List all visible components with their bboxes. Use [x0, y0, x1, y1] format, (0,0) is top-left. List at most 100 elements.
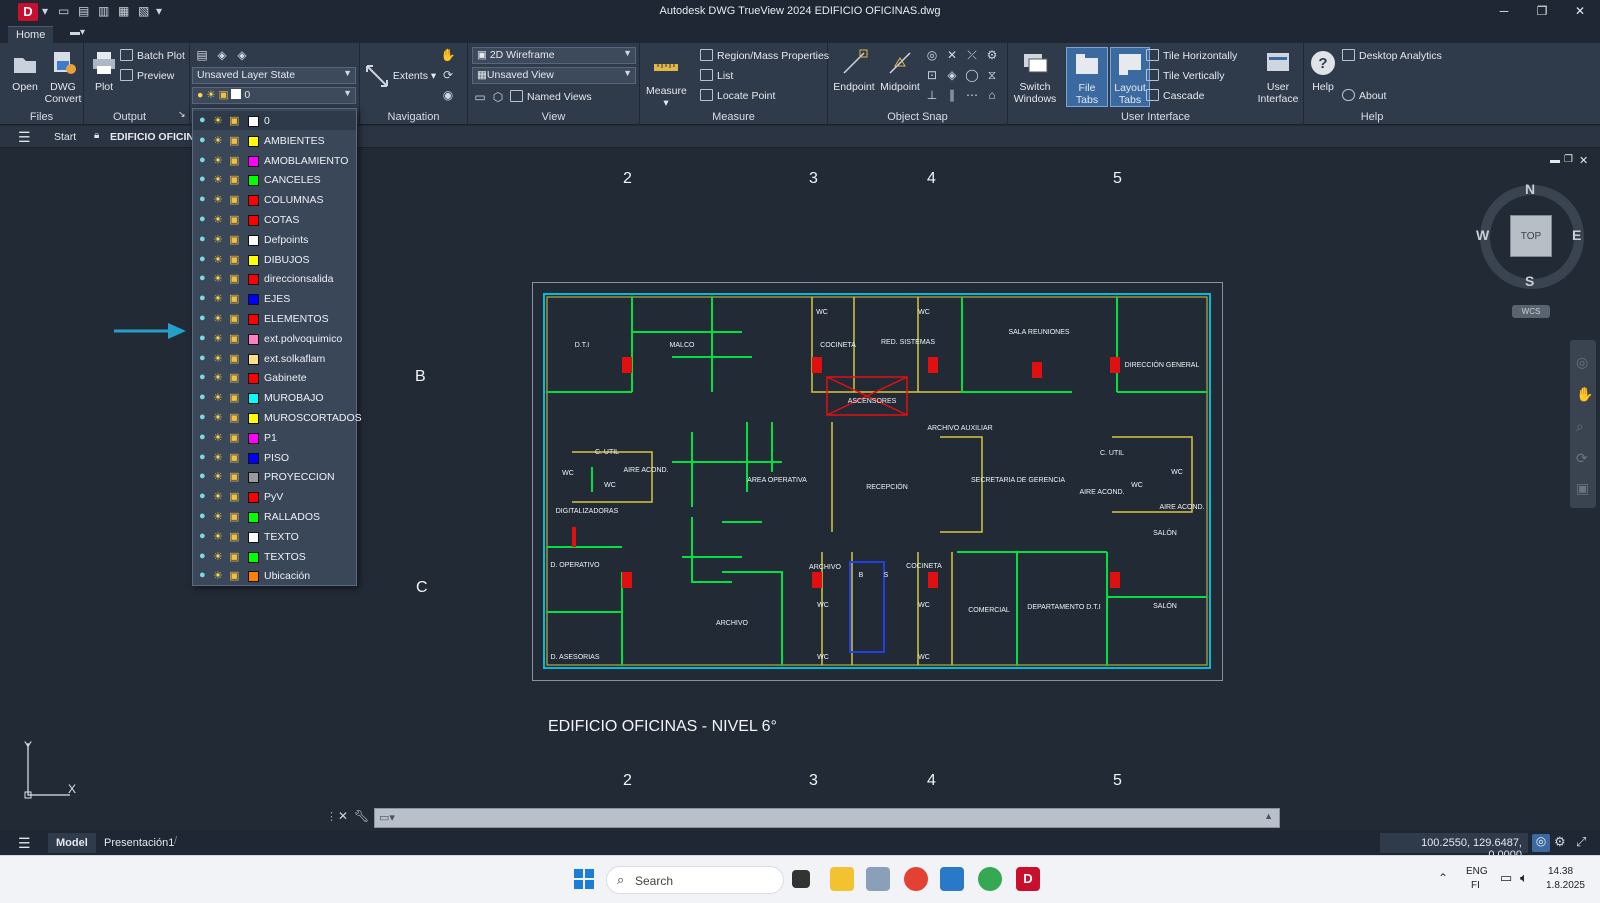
layer-row[interactable]: ● ☀ ▣ direccionsalida: [193, 269, 356, 288]
layer-on-bulb-icon[interactable]: ●: [199, 569, 206, 581]
dwg-trueview-taskbar-icon[interactable]: D: [1016, 867, 1040, 891]
layer-thaw-sun-icon[interactable]: ☀: [213, 253, 223, 266]
pan-icon[interactable]: ✋: [440, 47, 456, 63]
cascade-button[interactable]: Cascade: [1146, 89, 1204, 102]
layer-on-bulb-icon[interactable]: ●: [199, 312, 206, 324]
layer-on-bulb-icon[interactable]: ●: [199, 431, 206, 443]
layer-row[interactable]: ● ☀ ▣ PISO: [193, 448, 356, 467]
layer-unlock-icon[interactable]: ▣: [229, 272, 239, 285]
layer-unlock-icon[interactable]: ▣: [229, 352, 239, 365]
file-tabs-button[interactable]: File Tabs: [1066, 47, 1108, 107]
layer-thaw-sun-icon[interactable]: ☀: [213, 272, 223, 285]
layer-on-bulb-icon[interactable]: ●: [199, 154, 206, 166]
chrome-icon[interactable]: [904, 867, 928, 891]
layer-on-bulb-icon[interactable]: ●: [199, 411, 206, 423]
network-icon[interactable]: ▭: [1500, 870, 1512, 886]
layer-thaw-sun-icon[interactable]: ☀: [213, 154, 223, 167]
wcs-menu[interactable]: WCS: [1512, 305, 1550, 318]
layer-thaw-sun-icon[interactable]: ☀: [213, 114, 223, 127]
viewport-restore-icon[interactable]: ❐: [1564, 154, 1573, 165]
command-grip-icon[interactable]: ⋮: [326, 810, 337, 823]
desktop-analytics-button[interactable]: Desktop Analytics: [1342, 49, 1442, 62]
layer-state-dropdown[interactable]: Unsaved Layer State ▼: [192, 67, 356, 84]
quadrant-snap-icon[interactable]: ◈: [944, 67, 960, 83]
layer-unlock-icon[interactable]: ▣: [229, 114, 239, 127]
taskbar-search[interactable]: ⌕ Search: [606, 866, 784, 894]
layer-on-bulb-icon[interactable]: ●: [199, 272, 206, 284]
layer-thaw-sun-icon[interactable]: ☀: [213, 490, 223, 503]
layer-on-bulb-icon[interactable]: ●: [199, 371, 206, 383]
visual-style-dropdown[interactable]: ▣ 2D Wireframe ▼: [472, 47, 636, 64]
layer-icon-3[interactable]: ◈: [234, 47, 250, 63]
layer-on-bulb-icon[interactable]: ●: [199, 510, 206, 522]
navigation-bar[interactable]: ◎ ✋ ⌕ ⟳ ▣: [1570, 340, 1596, 508]
layer-thaw-sun-icon[interactable]: ☀: [213, 352, 223, 365]
layer-unlock-icon[interactable]: ▣: [229, 451, 239, 464]
dwg-convert-button[interactable]: DWG Convert: [44, 49, 82, 105]
workspace-switch-icon[interactable]: ▬▾: [70, 27, 85, 38]
preview-button[interactable]: Preview: [120, 69, 174, 82]
layer-on-bulb-icon[interactable]: ●: [199, 134, 206, 146]
locate-point-button[interactable]: Locate Point: [700, 89, 775, 102]
compass-south[interactable]: S: [1525, 273, 1534, 289]
parallel-snap-icon[interactable]: ∥: [944, 87, 960, 103]
midpoint-snap-button[interactable]: Midpoint: [878, 49, 922, 93]
layer-on-bulb-icon[interactable]: ●: [199, 114, 206, 126]
tile-horizontally-button[interactable]: Tile Horizontally: [1146, 49, 1237, 62]
layer-on-bulb-icon[interactable]: ●: [199, 193, 206, 205]
tab-home[interactable]: Home: [8, 26, 54, 43]
current-layer-dropdown[interactable]: ● ☀ ▣ 0 ▼: [192, 87, 356, 104]
pan-icon[interactable]: ✋: [1576, 386, 1593, 403]
layer-on-bulb-icon[interactable]: ●: [199, 173, 206, 185]
layer-on-bulb-icon[interactable]: ●: [199, 451, 206, 463]
keyboard-layout[interactable]: FI: [1471, 880, 1480, 891]
layer-row[interactable]: ● ☀ ▣ AMOBLAMIENTO: [193, 151, 356, 170]
layer-row[interactable]: ● ☀ ▣ 0: [193, 111, 356, 130]
layer-row[interactable]: ● ☀ ▣ TEXTO: [193, 527, 356, 546]
volume-icon[interactable]: 🔈︎: [1520, 870, 1528, 886]
layer-row[interactable]: ● ☀ ▣ AMBIENTES: [193, 131, 356, 150]
layer-row[interactable]: ● ☀ ▣ MUROBAJO: [193, 388, 356, 407]
measure-button[interactable]: Measure ▾: [646, 53, 687, 109]
layer-row[interactable]: ● ☀ ▣ PROYECCION: [193, 467, 356, 486]
compass-east[interactable]: E: [1572, 227, 1581, 243]
layer-on-bulb-icon[interactable]: ●: [199, 292, 206, 304]
saved-view-dropdown[interactable]: ▦Unsaved View ▼: [472, 67, 636, 84]
layer-properties-icon[interactable]: ▤: [194, 47, 210, 63]
switch-windows-button[interactable]: Switch Windows: [1012, 49, 1058, 105]
osnap-toggle-icon[interactable]: ⌂: [984, 87, 1000, 103]
layer-thaw-sun-icon[interactable]: ☀: [213, 431, 223, 444]
output-expand-icon[interactable]: ↘: [178, 109, 186, 120]
layer-thaw-sun-icon[interactable]: ☀: [213, 569, 223, 582]
layer-unlock-icon[interactable]: ▣: [229, 173, 239, 186]
region-mass-button[interactable]: Region/Mass Properties: [700, 49, 829, 62]
restore-icon[interactable]: ❐: [1532, 4, 1552, 18]
annotation-scale-icon[interactable]: ⚙: [1554, 834, 1566, 850]
cube-icon[interactable]: ⬡: [490, 89, 506, 105]
app-icon[interactable]: [866, 867, 890, 891]
layer-unlock-icon[interactable]: ▣: [229, 233, 239, 246]
layer-thaw-sun-icon[interactable]: ☀: [213, 332, 223, 345]
layer-thaw-sun-icon[interactable]: ☀: [213, 470, 223, 483]
layer-unlock-icon[interactable]: ▣: [229, 470, 239, 483]
start-icon[interactable]: [572, 867, 596, 891]
orbit-icon[interactable]: ⟳: [440, 67, 456, 83]
layer-unlock-icon[interactable]: ▣: [229, 134, 239, 147]
layer-thaw-sun-icon[interactable]: ☀: [213, 233, 223, 246]
nearest-snap-icon[interactable]: ⧖: [984, 67, 1000, 83]
layer-unlock-icon[interactable]: ▣: [229, 550, 239, 563]
showmotion-icon[interactable]: ▣: [1576, 480, 1589, 497]
layer-unlock-icon[interactable]: ▣: [229, 213, 239, 226]
viewcube-top-face[interactable]: TOP: [1510, 215, 1552, 257]
layer-unlock-icon[interactable]: ▣: [229, 154, 239, 167]
layer-thaw-sun-icon[interactable]: ☀: [213, 371, 223, 384]
layer-thaw-sun-icon[interactable]: ☀: [213, 550, 223, 563]
layer-row[interactable]: ● ☀ ▣ CANCELES: [193, 170, 356, 189]
help-button[interactable]: ? Help: [1306, 49, 1340, 93]
steering-wheel-icon[interactable]: ◉: [440, 87, 456, 103]
tangent-snap-icon[interactable]: ◯: [964, 67, 980, 83]
layer-thaw-sun-icon[interactable]: ☀: [213, 451, 223, 464]
task-view-icon[interactable]: [792, 870, 810, 888]
close-icon[interactable]: ✕: [1570, 4, 1590, 18]
command-close-icon[interactable]: ✕: [338, 809, 348, 823]
